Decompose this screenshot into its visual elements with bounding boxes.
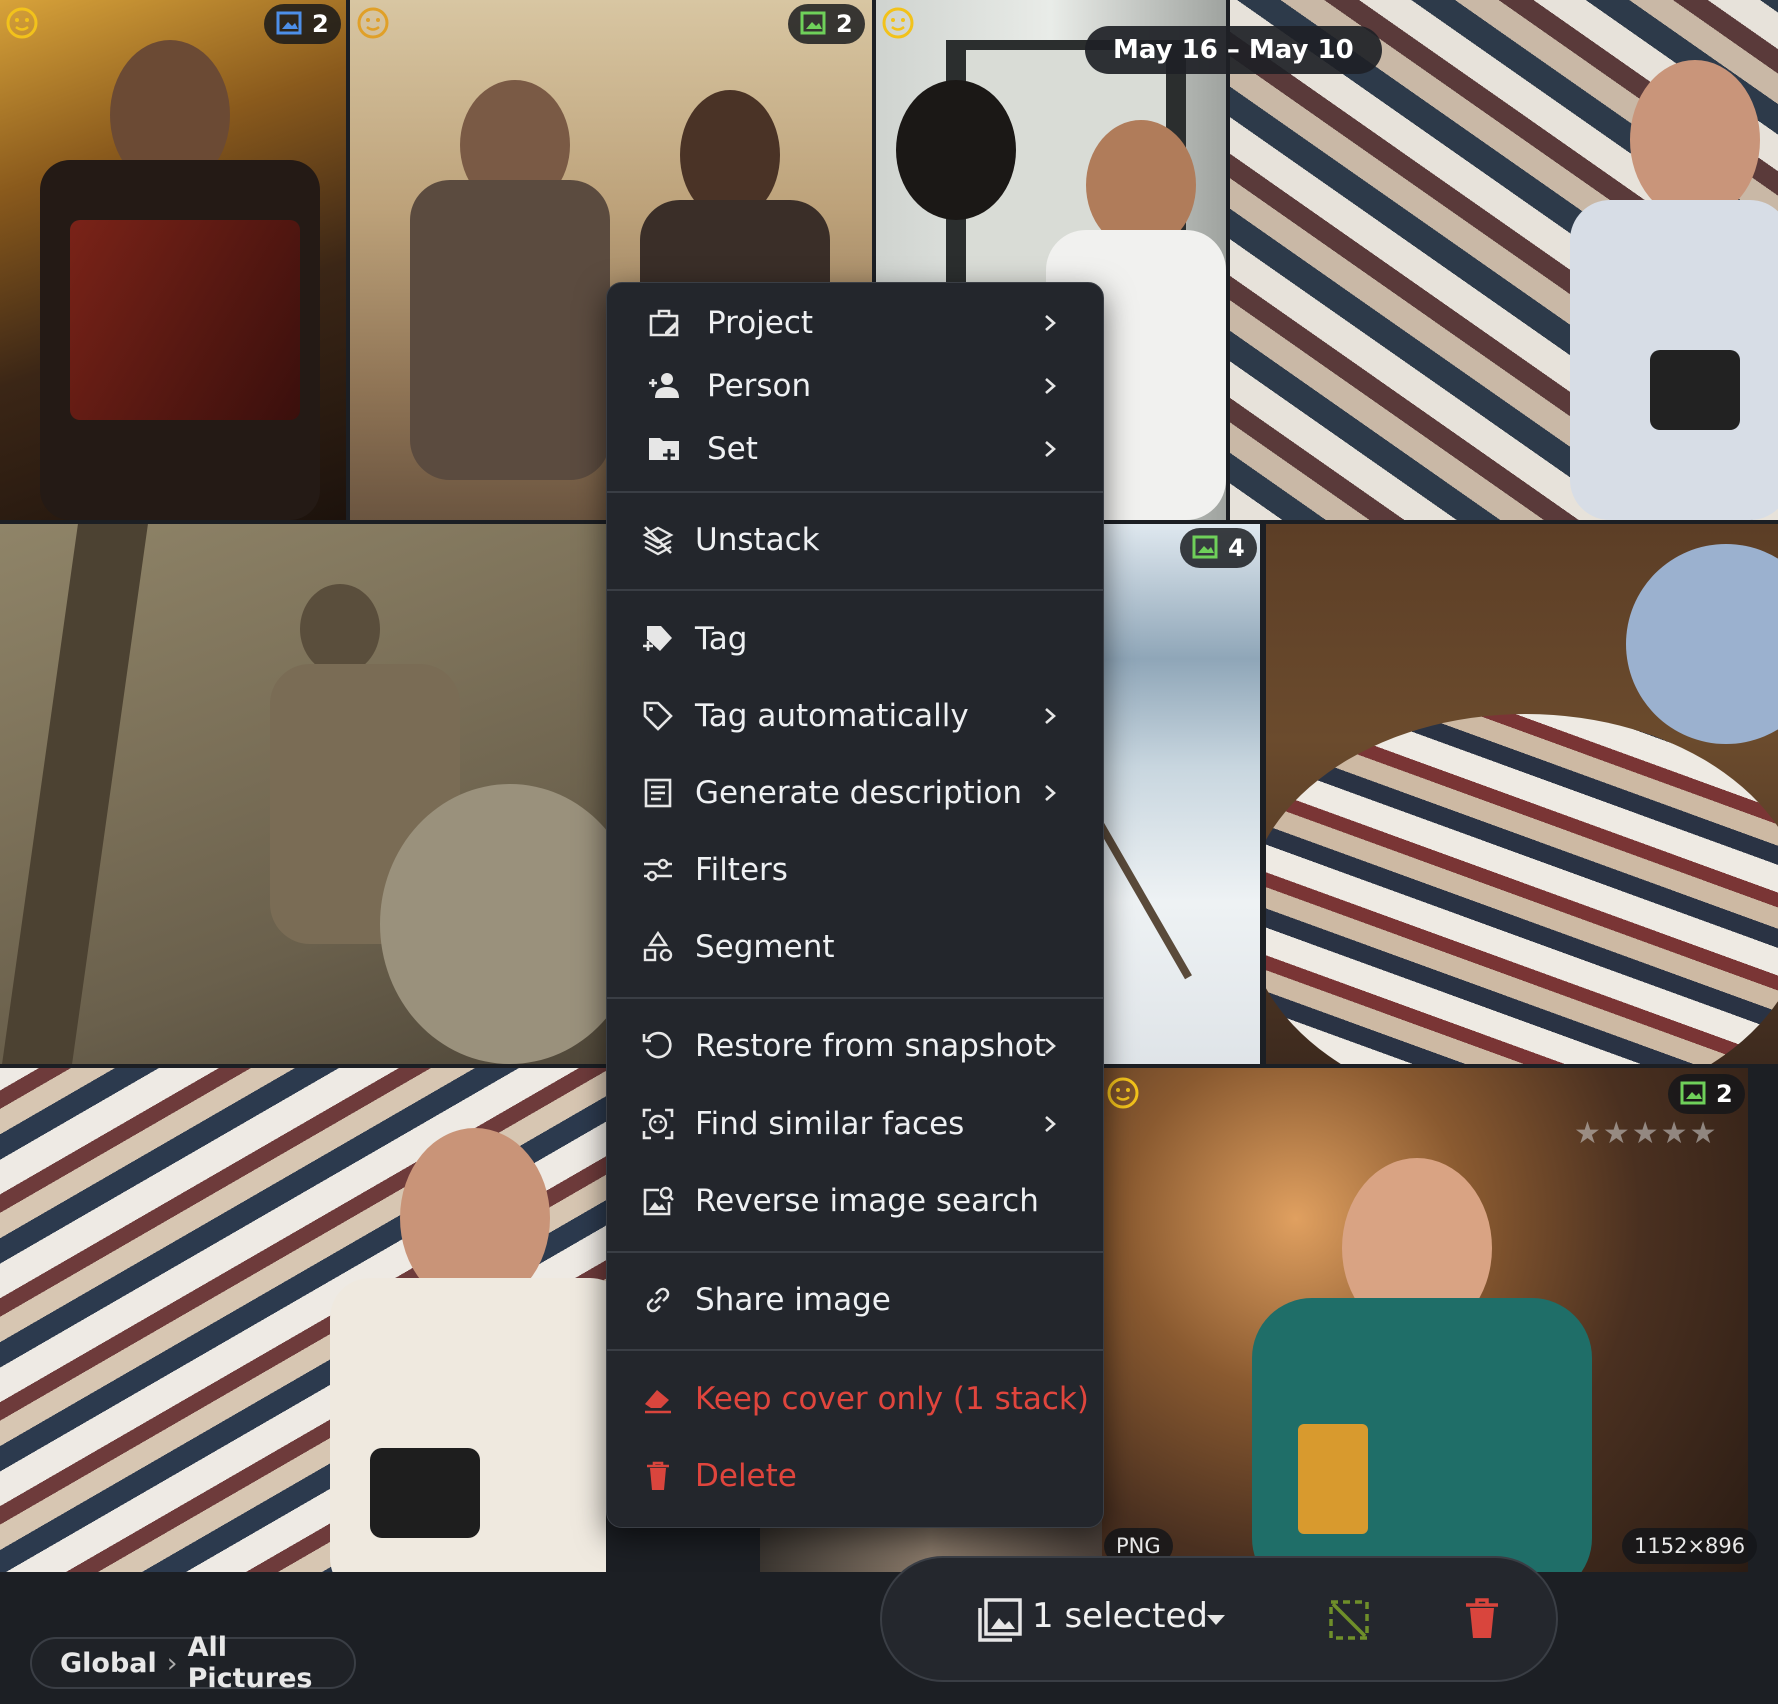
menu-divider xyxy=(607,1251,1103,1253)
rating-stars[interactable]: ★★★★★ xyxy=(1574,1116,1718,1151)
chevron-right-icon xyxy=(1045,1116,1056,1132)
trash-icon xyxy=(647,1461,669,1490)
menu-item-share-image[interactable]: Share image xyxy=(607,1264,1103,1336)
image-stack-icon xyxy=(1680,1081,1706,1105)
menu-item-label: Reverse image search xyxy=(695,1183,1039,1219)
tag-add-icon xyxy=(643,626,672,651)
eraser-icon xyxy=(645,1390,671,1414)
breadcrumb-separator: › xyxy=(166,1647,178,1679)
description-icon xyxy=(644,778,672,808)
face-detected-icon xyxy=(6,7,38,39)
photo-tile-ski[interactable] xyxy=(1102,524,1260,1064)
menu-item-label: Find similar faces xyxy=(695,1106,965,1142)
chevron-right-icon xyxy=(1045,315,1056,331)
photo-tile-photo-wall-closeup[interactable] xyxy=(0,1068,606,1572)
delete-selection-icon[interactable] xyxy=(1464,1596,1500,1642)
menu-item-label: Tag xyxy=(695,621,748,657)
unstack-icon xyxy=(642,526,674,556)
face-detected-icon xyxy=(357,7,389,39)
breadcrumb[interactable]: Global › All Pictures xyxy=(30,1632,356,1694)
photo-tile-climber[interactable] xyxy=(0,524,606,1064)
chevron-right-icon xyxy=(1045,441,1056,457)
image-search-icon xyxy=(643,1186,674,1216)
menu-item-unstack[interactable]: Unstack xyxy=(607,504,1103,576)
image-stack-icon xyxy=(800,11,826,35)
menu-item-filters[interactable]: Filters xyxy=(607,834,1103,906)
face-detected-icon xyxy=(1107,1077,1139,1109)
menu-item-project[interactable]: Project xyxy=(607,287,1103,359)
tag-icon xyxy=(643,701,673,731)
link-icon xyxy=(646,1287,670,1313)
chevron-right-icon xyxy=(1045,785,1056,801)
face-detected-icon xyxy=(882,7,914,39)
menu-item-label: Delete xyxy=(695,1458,797,1494)
timeline-date-range: May 16 – May 10 xyxy=(1085,26,1382,74)
menu-divider xyxy=(607,589,1103,591)
menu-divider xyxy=(607,1349,1103,1351)
menu-item-restore-from-snapshot[interactable]: Restore from snapshot xyxy=(607,1010,1103,1082)
selection-images-icon xyxy=(978,1598,1022,1642)
menu-item-label: Unstack xyxy=(695,522,820,558)
photo-tile-photo-pile[interactable] xyxy=(1266,524,1778,1064)
dimensions-badge: 1152×896 xyxy=(1622,1528,1758,1564)
menu-divider xyxy=(607,997,1103,999)
menu-item-keep-cover-only[interactable]: Keep cover only (1 stack) xyxy=(607,1363,1103,1435)
menu-item-label: Tag automatically xyxy=(695,698,969,734)
image-stack-icon xyxy=(1192,535,1218,559)
face-scan-icon xyxy=(642,1108,674,1140)
menu-divider xyxy=(607,491,1103,493)
chevron-down-icon[interactable] xyxy=(1204,1610,1228,1630)
menu-item-set[interactable]: Set xyxy=(607,413,1103,485)
menu-item-label: Person xyxy=(707,368,812,404)
stack-count: 2 xyxy=(1716,1080,1733,1108)
menu-item-tag[interactable]: Tag xyxy=(607,603,1103,675)
stack-count: 2 xyxy=(312,10,329,38)
menu-item-person[interactable]: Person xyxy=(607,350,1103,422)
menu-item-tag-automatically[interactable]: Tag automatically xyxy=(607,680,1103,752)
menu-item-label: Set xyxy=(707,431,758,467)
menu-item-label: Share image xyxy=(695,1282,891,1318)
stack-count-badge[interactable]: 2 xyxy=(1668,1074,1745,1114)
breadcrumb-current[interactable]: All Pictures xyxy=(188,1632,354,1694)
selection-count[interactable]: 1 selected xyxy=(1032,1596,1208,1636)
selection-bar: 1 selected xyxy=(880,1556,1558,1682)
menu-item-reverse-image-search[interactable]: Reverse image search xyxy=(607,1165,1103,1237)
menu-item-label: Segment xyxy=(695,929,835,965)
menu-item-delete[interactable]: Delete xyxy=(607,1440,1103,1512)
image-stack-icon xyxy=(276,11,302,35)
chevron-right-icon xyxy=(1045,378,1056,394)
add-folder-icon xyxy=(649,438,679,461)
filters-icon xyxy=(644,858,672,882)
stack-count: 4 xyxy=(1228,534,1245,562)
photo-tile-photo-wall-man[interactable] xyxy=(1230,0,1778,520)
project-edit-icon xyxy=(649,309,679,337)
menu-item-find-similar-faces[interactable]: Find similar faces xyxy=(607,1088,1103,1160)
stack-count-badge[interactable]: 4 xyxy=(1180,528,1257,568)
context-menu: Project Person Set Unstack Tag Tag autom… xyxy=(606,282,1104,1528)
menu-item-segment[interactable]: Segment xyxy=(607,911,1103,983)
stack-count-badge[interactable]: 2 xyxy=(788,4,865,44)
menu-item-label: Generate description xyxy=(695,775,1022,811)
chevron-right-icon xyxy=(1045,1038,1056,1054)
stack-count: 2 xyxy=(836,10,853,38)
stack-count-badge[interactable]: 2 xyxy=(264,4,341,44)
segment-icon xyxy=(643,930,673,962)
menu-item-label: Project xyxy=(707,305,814,341)
deselect-icon[interactable] xyxy=(1327,1598,1371,1642)
add-person-icon xyxy=(649,373,679,398)
chevron-right-icon xyxy=(1045,708,1056,724)
photo-tile-accordion[interactable] xyxy=(0,0,346,520)
menu-item-label: Keep cover only (1 stack) xyxy=(695,1381,1089,1417)
menu-item-label: Filters xyxy=(695,852,788,888)
breadcrumb-root[interactable]: Global xyxy=(60,1648,157,1679)
restore-icon xyxy=(642,1031,672,1059)
menu-item-generate-description[interactable]: Generate description xyxy=(607,757,1103,829)
menu-item-label: Restore from snapshot xyxy=(695,1028,1046,1064)
